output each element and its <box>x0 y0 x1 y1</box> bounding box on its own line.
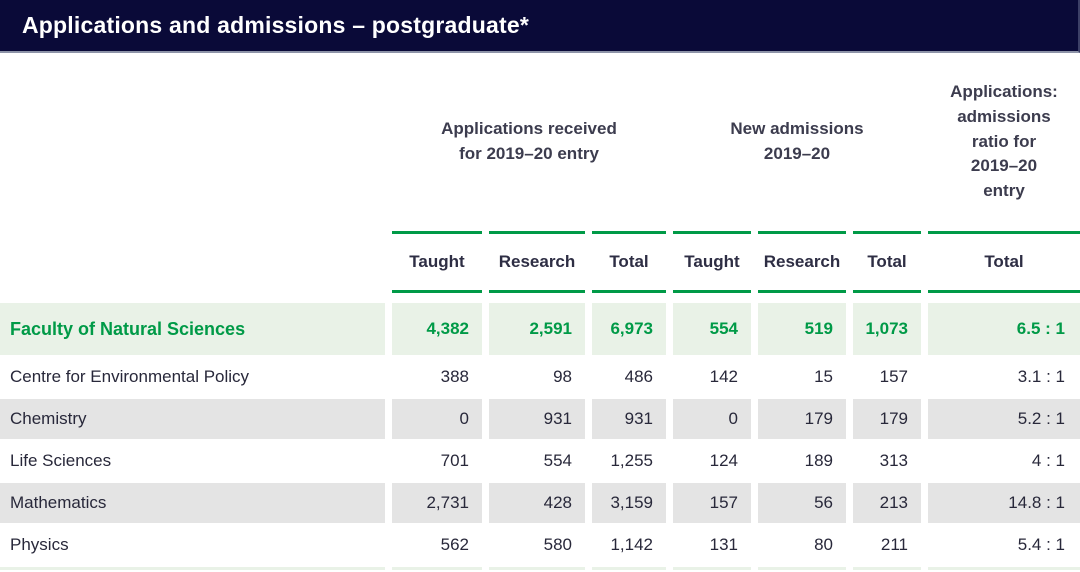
row-value: 0 <box>392 399 482 439</box>
sub-header-total-applications: Total <box>592 231 666 293</box>
row-value: 388 <box>392 357 482 397</box>
partial-next-row <box>0 567 1080 570</box>
row-value: 554 <box>673 303 751 355</box>
page-title: Applications and admissions – postgradua… <box>22 12 529 39</box>
row-value: 14.8 : 1 <box>928 483 1080 523</box>
partial-cell <box>392 567 482 570</box>
row-value: 5.2 : 1 <box>928 399 1080 439</box>
row-value: 15 <box>758 357 846 397</box>
row-value: 428 <box>489 483 585 523</box>
row-value: 157 <box>853 357 921 397</box>
row-label: Physics <box>0 525 385 565</box>
sub-header-taught-admissions: Taught <box>673 231 751 293</box>
column-group-applications-admissions-ratio: Applications: admissions ratio for 2019–… <box>928 80 1080 203</box>
column-group-new-admissions: New admissions 2019–20 <box>673 117 921 166</box>
row-value: 4 : 1 <box>928 441 1080 481</box>
row-value: 4,382 <box>392 303 482 355</box>
partial-cell <box>853 567 921 570</box>
partial-cell <box>0 567 385 570</box>
row-value: 211 <box>853 525 921 565</box>
row-value: 6,973 <box>592 303 666 355</box>
row-value: 98 <box>489 357 585 397</box>
row-value: 2,591 <box>489 303 585 355</box>
sub-header-spacer <box>0 231 385 293</box>
row-value: 1,255 <box>592 441 666 481</box>
row-value: 701 <box>392 441 482 481</box>
row-value: 213 <box>853 483 921 523</box>
partial-cell <box>673 567 751 570</box>
row-value: 5.4 : 1 <box>928 525 1080 565</box>
partial-cell <box>928 567 1080 570</box>
row-value: 6.5 : 1 <box>928 303 1080 355</box>
row-value: 179 <box>853 399 921 439</box>
row-value: 1,073 <box>853 303 921 355</box>
row-value: 313 <box>853 441 921 481</box>
row-value: 80 <box>758 525 846 565</box>
row-value: 486 <box>592 357 666 397</box>
column-group-header-row: Applications received for 2019–20 entry … <box>0 53 1080 231</box>
partial-cell <box>489 567 585 570</box>
sub-header-total-admissions: Total <box>853 231 921 293</box>
row-value: 1,142 <box>592 525 666 565</box>
row-value: 0 <box>673 399 751 439</box>
page-title-bar: Applications and admissions – postgradua… <box>0 0 1080 53</box>
row-label: Centre for Environmental Policy <box>0 357 385 397</box>
table-row: Chemistry 0 931 931 0 179 179 5.2 : 1 <box>0 399 1080 439</box>
partial-cell <box>758 567 846 570</box>
row-value: 562 <box>392 525 482 565</box>
row-value: 519 <box>758 303 846 355</box>
row-value: 124 <box>673 441 751 481</box>
sub-header-total-ratio: Total <box>928 231 1080 293</box>
sub-header-research-admissions: Research <box>758 231 846 293</box>
row-label: Chemistry <box>0 399 385 439</box>
row-value: 189 <box>758 441 846 481</box>
table-row: Mathematics 2,731 428 3,159 157 56 213 1… <box>0 483 1080 523</box>
row-value: 157 <box>673 483 751 523</box>
table-row: Centre for Environmental Policy 388 98 4… <box>0 357 1080 397</box>
sub-header-taught-applications: Taught <box>392 231 482 293</box>
row-value: 931 <box>592 399 666 439</box>
row-value: 3,159 <box>592 483 666 523</box>
row-value: 554 <box>489 441 585 481</box>
table-body: Faculty of Natural Sciences 4,382 2,591 … <box>0 303 1080 565</box>
row-value: 931 <box>489 399 585 439</box>
row-value: 131 <box>673 525 751 565</box>
row-label: Faculty of Natural Sciences <box>0 303 385 355</box>
sub-header-research-applications: Research <box>489 231 585 293</box>
row-value: 142 <box>673 357 751 397</box>
column-group-applications-received: Applications received for 2019–20 entry <box>392 117 666 166</box>
row-value: 3.1 : 1 <box>928 357 1080 397</box>
row-value: 580 <box>489 525 585 565</box>
row-value: 179 <box>758 399 846 439</box>
table-row: Physics 562 580 1,142 131 80 211 5.4 : 1 <box>0 525 1080 565</box>
partial-cell <box>592 567 666 570</box>
row-label: Life Sciences <box>0 441 385 481</box>
row-value: 56 <box>758 483 846 523</box>
sub-header-row: Taught Research Total Taught Research To… <box>0 231 1080 293</box>
table-row: Life Sciences 701 554 1,255 124 189 313 … <box>0 441 1080 481</box>
row-label: Mathematics <box>0 483 385 523</box>
row-value: 2,731 <box>392 483 482 523</box>
table-row: Faculty of Natural Sciences 4,382 2,591 … <box>0 303 1080 355</box>
admissions-table: Applications received for 2019–20 entry … <box>0 53 1080 570</box>
